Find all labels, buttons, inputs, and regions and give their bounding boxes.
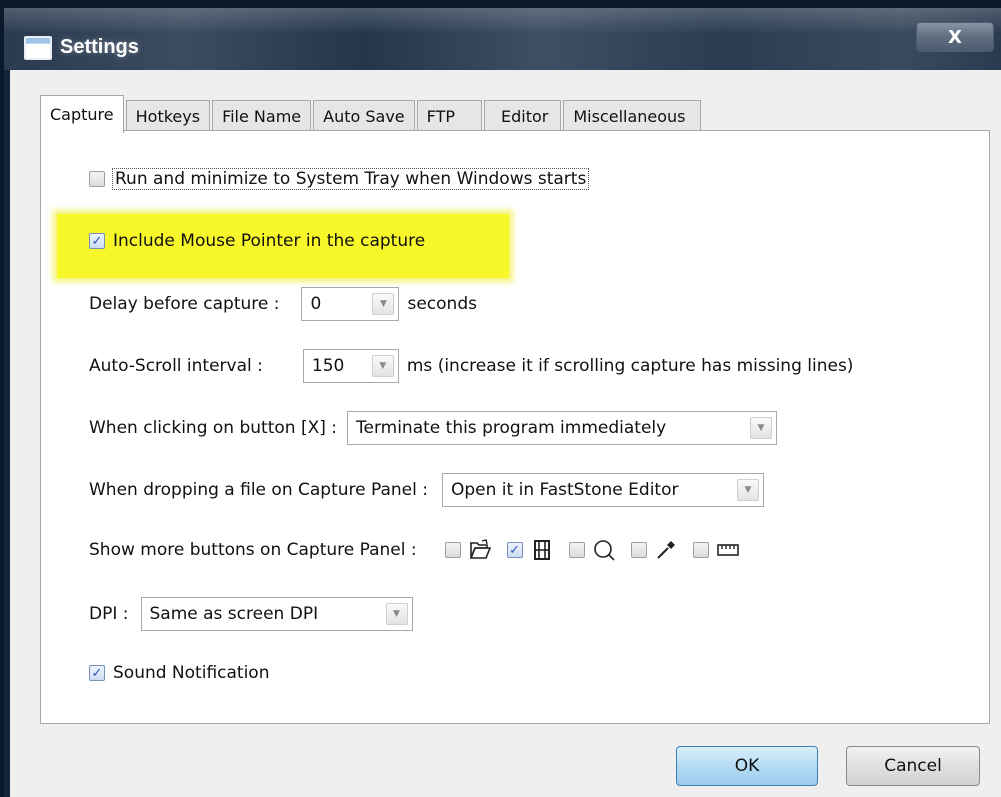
include-pointer-label: Include Mouse Pointer in the capture [113,231,426,251]
drop-file-value: Open it in FastStone Editor [451,480,679,500]
film-button-checkbox[interactable]: ✓ [506,542,523,558]
chevron-down-icon[interactable]: ▼ [372,293,395,315]
tab-file-name[interactable]: File Name [212,100,312,132]
cancel-button[interactable]: Cancel [846,746,980,786]
open-folder-icon [467,537,493,563]
include-pointer-row[interactable]: ✓ Include Mouse Pointer in the capture [89,231,425,251]
drop-file-row: When dropping a file on Capture Panel : … [89,473,764,507]
dpi-row: DPI : Same as screen DPI ▼ [89,597,413,631]
dpi-value: Same as screen DPI [149,604,319,624]
auto-scroll-row: Auto-Scroll interval : 150 ▼ ms (increas… [89,349,853,383]
color-picker-button-checkbox[interactable] [630,542,647,558]
dpi-label: DPI : [89,604,129,624]
sound-row[interactable]: ✓ Sound Notification [89,663,269,683]
title-bar-gloss [4,8,1001,32]
close-button[interactable]: X [916,22,994,52]
magnifier-button-checkbox[interactable] [568,542,585,558]
more-buttons-row: Show more buttons on Capture Panel : ✓ [89,537,741,563]
click-x-select[interactable]: Terminate this program immediately ▼ [347,411,777,445]
auto-scroll-unit: ms (increase it if scrolling capture has… [406,356,854,376]
magnifier-icon [591,537,617,563]
tab-ftp[interactable]: FTP [416,100,482,132]
chevron-down-icon[interactable]: ▼ [737,479,759,501]
title-bar[interactable]: Settings X [4,8,1001,70]
chevron-down-icon[interactable]: ▼ [371,355,394,377]
sound-notification-label: Sound Notification [113,663,270,683]
auto-scroll-select[interactable]: 150 ▼ [302,349,399,383]
run-minimize-label: Run and minimize to System Tray when Win… [111,168,590,190]
delay-value: 0 [310,294,322,314]
dialog-client-area: Capture Hotkeys File Name Auto Save FTP … [10,70,1001,797]
tab-auto-save[interactable]: Auto Save [313,100,415,132]
click-x-label: When clicking on button [X] : [89,418,337,438]
run-minimize-row[interactable]: Run and minimize to System Tray when Win… [89,168,590,190]
more-buttons-label: Show more buttons on Capture Panel : [89,540,417,560]
sound-notification-checkbox[interactable]: ✓ [89,665,105,681]
ruler-button-checkbox[interactable] [692,542,709,558]
click-x-row: When clicking on button [X] : Terminate … [89,411,777,445]
settings-window: Settings X Capture Hotkeys File Name Aut… [4,8,1001,797]
open-button-checkbox[interactable] [444,542,461,558]
delay-row: Delay before capture : 0 ▼ seconds [89,287,477,321]
tab-strip: Capture Hotkeys File Name Auto Save FTP … [40,92,703,133]
chevron-down-icon[interactable]: ▼ [750,417,772,439]
ruler-icon [715,537,741,563]
tab-hotkeys[interactable]: Hotkeys [125,100,211,132]
drop-file-select[interactable]: Open it in FastStone Editor ▼ [442,473,764,507]
click-x-value: Terminate this program immediately [356,418,667,438]
auto-scroll-value: 150 [311,356,345,376]
app-window-icon [24,36,52,60]
run-minimize-checkbox[interactable] [89,171,105,187]
capture-tab-panel: Run and minimize to System Tray when Win… [40,130,990,724]
window-title: Settings [60,36,139,58]
tab-miscellaneous[interactable]: Miscellaneous [563,100,701,132]
tab-capture[interactable]: Capture [40,95,124,133]
ok-button[interactable]: OK [676,746,818,786]
film-strip-icon [529,537,555,563]
color-picker-icon [653,537,679,563]
include-pointer-checkbox[interactable]: ✓ [89,233,105,249]
auto-scroll-label: Auto-Scroll interval : [89,356,263,376]
tab-editor[interactable]: Editor [483,100,562,132]
drop-file-label: When dropping a file on Capture Panel : [89,480,428,500]
delay-label: Delay before capture : [89,294,280,314]
dpi-select[interactable]: Same as screen DPI ▼ [140,597,413,631]
delay-select[interactable]: 0 ▼ [301,287,400,321]
chevron-down-icon[interactable]: ▼ [385,603,408,625]
delay-unit: seconds [407,294,477,314]
